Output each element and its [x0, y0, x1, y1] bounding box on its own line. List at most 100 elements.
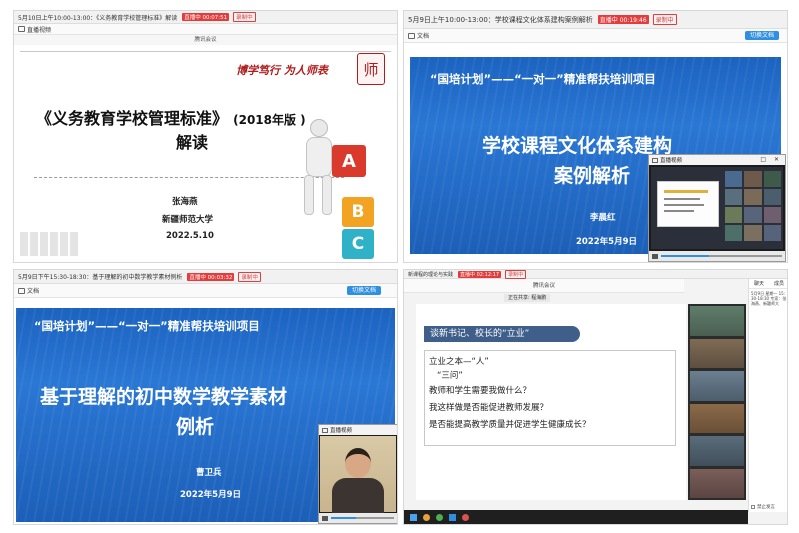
video-controls — [649, 251, 785, 261]
taskbar-app-icon[interactable] — [462, 513, 469, 521]
document-icon — [18, 287, 25, 294]
toolbar: 文档 切换文档 — [404, 29, 787, 43]
window-controls-icon[interactable]: □ ✕ — [760, 156, 782, 163]
video-controls — [319, 513, 397, 523]
taskbar-app-icon[interactable] — [449, 513, 456, 521]
panel-bottom-right: 新课程的理论与实践 直播中 02:12:17 录制中 腾讯会议 正在共享: 程海… — [403, 269, 788, 525]
dashed-divider — [34, 177, 344, 178]
window-title-bar: 5月10日上午10:00-13:00：《义务教育学校管理标准》解读 直播中 00… — [14, 11, 397, 24]
participant-tile[interactable] — [690, 371, 744, 401]
chat-tabs: 聊天 成员 — [749, 279, 787, 289]
participant-tile[interactable] — [690, 468, 744, 498]
live-badge: 直播中 00:19:46 — [597, 15, 649, 24]
decorative-grid — [20, 232, 80, 256]
share-banner: 腾讯会议 — [14, 35, 397, 45]
video-header: 直播视频 — [319, 425, 397, 435]
volume-icon[interactable] — [652, 253, 658, 259]
participant-tile[interactable] — [690, 306, 744, 336]
slide-line-5: 是否能提高教学质量并促进学生健康成长？ — [429, 420, 591, 430]
slide-date: 2022.5.10 — [166, 231, 214, 241]
slide-line-4: 我这样做是否能促进教师发展？ — [429, 403, 549, 413]
live-video-window[interactable]: 直播视频 □ ✕ — [648, 154, 786, 262]
heading-year: (2018年版 ) — [233, 113, 306, 127]
participant-strip — [688, 304, 746, 500]
heading-line-1: 基于理解的初中数学教学素材 — [40, 386, 288, 408]
participant-grid — [725, 171, 781, 241]
volume-icon[interactable] — [322, 515, 328, 521]
chat-footer: 禁止发言 — [751, 504, 787, 510]
recording-badge: 录制中 — [233, 12, 256, 22]
live-video-window[interactable]: 直播视频 — [318, 424, 397, 524]
video-title: 直播视频 — [660, 158, 683, 164]
video-title: 直播视频 — [330, 428, 353, 434]
heading-subtitle: 解读 — [176, 133, 209, 152]
slide-line-1: 立业之本—“人” — [429, 357, 489, 367]
window-title: 5月9日下午15:30-18:30：基于理解的初中数学教学素材例析 — [18, 274, 183, 281]
program-title: “国培计划”——“一对一”精准帮扶培训项目 — [34, 319, 260, 333]
window-title-bar: 5月9日上午10:00-13:00：学校课程文化体系建构案例解析 直播中 00:… — [404, 11, 787, 29]
cube-a: A — [332, 145, 366, 177]
recording-badge: 录制中 — [238, 271, 261, 282]
live-badge: 直播中 02:12:17 — [458, 270, 502, 278]
document-icon — [408, 32, 415, 39]
participant-tile[interactable] — [690, 403, 744, 433]
window-title: 新课程的理论与实践 — [408, 271, 454, 278]
volume-slider[interactable] — [661, 255, 782, 257]
shared-doc-thumbnail — [657, 181, 719, 227]
video-screen — [651, 167, 783, 249]
program-title: “国培计划”——“一对一”精准帮扶培训项目 — [430, 72, 656, 86]
shared-slide: 谈新书记、校长的“立业” 立业之本—“人” “三问” 教师和学生需要我做什么？ … — [416, 304, 686, 500]
presenter-head — [345, 448, 371, 478]
mute-checkbox[interactable] — [751, 505, 755, 509]
switch-document-button[interactable]: 切换文档 — [744, 31, 779, 40]
heading-line-1: 学校课程文化体系建构 — [482, 135, 673, 157]
video-header: 直播视频 □ ✕ — [649, 155, 785, 165]
progress-slider[interactable] — [331, 517, 394, 519]
slide-date: 2022年5月9日 — [180, 490, 241, 500]
heading-line-2: 案例解析 — [554, 165, 631, 187]
speaker-name: 曹卫兵 — [196, 468, 222, 478]
university-seal-icon: 师 — [357, 53, 385, 85]
tab-live-video[interactable]: 直播视频 — [27, 25, 51, 34]
slide-banner: 谈新书记、校长的“立业” — [424, 326, 580, 342]
taskbar — [404, 510, 748, 524]
slide-content: 博学笃行 为人师表 师 《义务教育学校管理标准》 (2018年版 ) 解读 张海… — [14, 45, 397, 262]
chat-message: 5月9日 星期一 15:30-18:30 专家：张海燕、新疆师大 — [751, 291, 787, 306]
video-icon — [18, 26, 25, 32]
taskbar-app-icon[interactable] — [423, 513, 430, 521]
sharing-user-bar: 正在共享: 程海鹏 — [504, 294, 551, 302]
speaker-org: 新疆师范大学 — [162, 215, 214, 225]
heading-line-2: 例析 — [176, 416, 215, 438]
window-title-bar: 5月9日下午15:30-18:30：基于理解的初中数学教学素材例析 直播中 00… — [14, 270, 397, 284]
live-badge: 直播中 00:03:32 — [187, 272, 235, 281]
speaker-name: 张海燕 — [172, 197, 198, 207]
tab-document[interactable]: 文档 — [27, 286, 39, 295]
participant-tile[interactable] — [690, 436, 744, 466]
tab-document[interactable]: 文档 — [417, 31, 429, 40]
taskbar-app-icon[interactable] — [436, 513, 443, 521]
recording-badge: 录制中 — [652, 14, 677, 25]
tab-chat[interactable]: 聊天 — [749, 279, 769, 288]
participant-tile[interactable] — [690, 338, 744, 368]
presenter-body — [332, 478, 384, 518]
panel-top-right: 5月9日上午10:00-13:00：学校课程文化体系建构案例解析 直播中 00:… — [403, 10, 788, 263]
share-label: 腾讯会议 — [194, 37, 217, 43]
tab-members[interactable]: 成员 — [769, 279, 787, 288]
cube-b: B — [342, 197, 374, 227]
window-title: 5月10日上午10:00-13:00：《义务教育学校管理标准》解读 — [18, 14, 178, 22]
heading-title: 《义务教育学校管理标准》 — [36, 109, 229, 128]
motto-text: 博学笃行 为人师表 — [236, 64, 328, 77]
slide-top-line — [20, 51, 391, 52]
share-label: 腾讯会议 — [532, 283, 555, 289]
switch-document-button[interactable]: 切换文档 — [346, 286, 381, 295]
slide-heading: 《义务教育学校管理标准》 (2018年版 ) — [36, 105, 306, 129]
video-icon — [652, 157, 658, 163]
share-banner: 腾讯会议 — [404, 279, 684, 293]
slide-line-3: 教师和学生需要我做什么？ — [429, 386, 532, 396]
start-icon[interactable] — [410, 513, 417, 521]
toolbar: 直播视频 — [14, 24, 397, 35]
presenter-video — [320, 436, 396, 518]
toolbar: 文档 切换文档 — [14, 284, 397, 298]
slide-line-2: “三问” — [437, 371, 463, 381]
live-badge: 直播中 00:07:51 — [182, 13, 230, 21]
